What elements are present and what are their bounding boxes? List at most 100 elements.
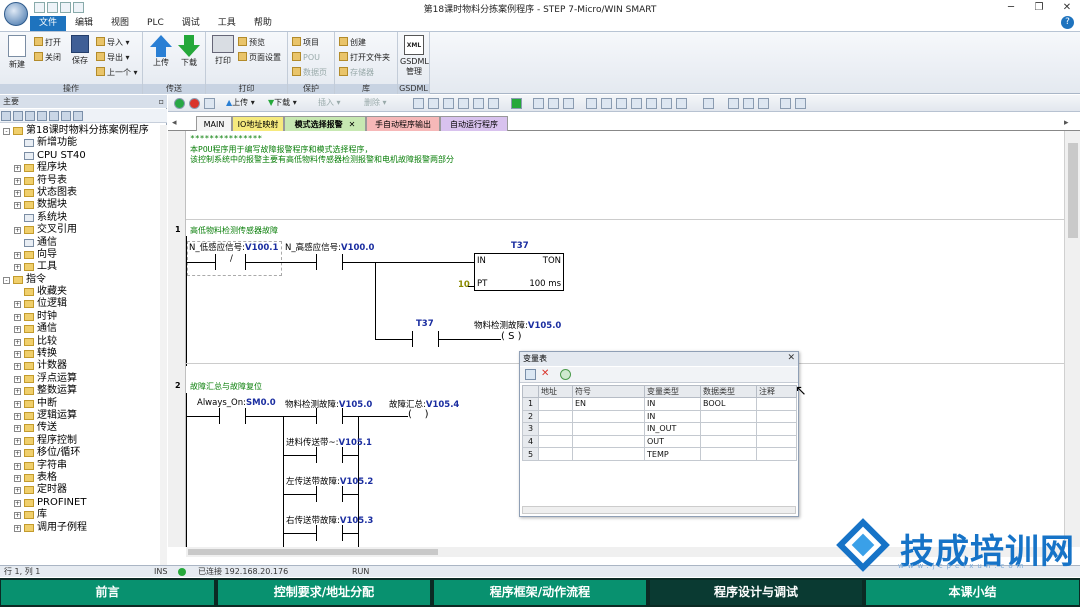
page-setup-button[interactable]: 页面设置 (238, 51, 281, 64)
tree-item[interactable]: + 表格 (0, 472, 160, 484)
toolbar-icon[interactable] (563, 98, 574, 109)
expand-icon[interactable]: + (14, 450, 21, 458)
pin-icon[interactable]: ▫ (159, 95, 164, 108)
tab-scroll-left-icon[interactable]: ◂ (172, 118, 177, 128)
menu-file[interactable]: 文件 (30, 16, 67, 31)
menu-plc[interactable]: PLC (138, 16, 173, 31)
save-button[interactable]: 保存 (68, 35, 92, 66)
tree-item[interactable]: + 定时器 (0, 484, 160, 496)
set-coil[interactable]: ( S ) (501, 331, 522, 342)
close-button[interactable]: 关闭 (34, 51, 61, 64)
expand-icon[interactable]: + (14, 202, 21, 210)
tree-item[interactable]: + 位逻辑 (0, 298, 160, 310)
table-cell[interactable] (538, 434, 573, 449)
table-cell[interactable]: EN (572, 397, 645, 411)
toolbar-icon[interactable] (413, 98, 424, 109)
tree-item[interactable]: + 程序控制 (0, 435, 160, 447)
tree-tool-icon[interactable] (49, 111, 59, 121)
expand-icon[interactable]: + (14, 474, 21, 482)
tree-item[interactable]: + 符号表 (0, 175, 160, 187)
print-button[interactable]: 打印 (211, 35, 235, 66)
box-icon[interactable] (661, 98, 672, 109)
toolbar-download-button[interactable]: ▼下载 ▾ (268, 97, 297, 108)
menu-tools[interactable]: 工具 (209, 16, 245, 31)
coil-icon[interactable] (631, 98, 642, 109)
toolbar-icon[interactable] (458, 98, 469, 109)
run-icon[interactable] (174, 98, 185, 109)
expand-icon[interactable]: + (14, 437, 21, 445)
app-menu-button[interactable] (4, 2, 28, 26)
delete-row-icon[interactable]: ✕ (541, 368, 549, 379)
table-cell[interactable]: IN (644, 397, 701, 411)
new-button[interactable]: 新建 (5, 35, 29, 70)
nav-preface-button[interactable]: 前言 (1, 580, 214, 605)
table-cell[interactable] (538, 397, 573, 411)
go-icon[interactable] (511, 98, 522, 109)
expand-icon[interactable]: + (14, 326, 21, 334)
toolbar-icon[interactable] (488, 98, 499, 109)
collapse-icon[interactable]: - (3, 128, 10, 135)
nav-design-debug-button[interactable]: 程序设计与调试 (650, 580, 862, 605)
table-cell[interactable] (538, 409, 573, 424)
table-cell[interactable] (756, 409, 797, 424)
table-cell[interactable] (572, 434, 645, 449)
project-button[interactable]: 项目 (292, 36, 319, 49)
stop-icon[interactable] (189, 98, 200, 109)
nav-requirements-button[interactable]: 控制要求/地址分配 (218, 580, 430, 605)
expand-icon[interactable]: + (14, 462, 21, 470)
output-coil[interactable]: ( ) (408, 409, 429, 420)
tree-item[interactable]: + 字符串 (0, 460, 160, 472)
tree-item[interactable]: + 时钟 (0, 311, 160, 323)
tree-item[interactable]: CPU ST40 (0, 150, 160, 162)
tree-item[interactable]: + 逻辑运算 (0, 410, 160, 422)
restore-icon[interactable]: ❐ (1025, 0, 1053, 16)
tree-item[interactable]: + 比较 (0, 336, 160, 348)
expand-icon[interactable]: + (14, 375, 21, 383)
editor-vertical-scrollbar[interactable] (1064, 131, 1080, 547)
expand-icon[interactable]: + (14, 351, 21, 359)
open-folder-button[interactable]: 打开文件夹 (339, 51, 390, 64)
ton-timer-box[interactable]: IN TON PT 100 ms (474, 253, 564, 291)
tree-item[interactable]: + 交叉引用 (0, 224, 160, 236)
tree-item[interactable]: + 传送 (0, 422, 160, 434)
storage-button[interactable]: 存储器 (339, 66, 374, 79)
toolbar-icon[interactable] (548, 98, 559, 109)
tab-io-map[interactable]: IO地址映射 (232, 116, 284, 131)
toolbar-icon[interactable] (533, 98, 544, 109)
table-cell[interactable] (700, 434, 757, 449)
table-cell[interactable] (700, 447, 757, 461)
gsdml-manage-button[interactable]: XML GSDML 管理 (400, 35, 429, 77)
tree-item[interactable]: + 数据块 (0, 199, 160, 211)
expand-icon[interactable]: + (14, 412, 21, 420)
tab-auto-run[interactable]: 自动运行程序 (440, 116, 508, 131)
toolbar-upload-button[interactable]: ▲上传 ▾ (226, 97, 255, 108)
table-cell[interactable] (756, 422, 797, 436)
box-icon[interactable] (646, 98, 657, 109)
tree-tool-icon[interactable] (1, 111, 11, 121)
expand-icon[interactable]: + (14, 264, 21, 272)
tree-item[interactable]: 收藏夹 (0, 286, 160, 298)
tree-item[interactable]: + 计数器 (0, 360, 160, 372)
open-button[interactable]: 打开 (34, 36, 61, 49)
expand-icon[interactable]: + (14, 165, 21, 173)
print-icon[interactable] (73, 2, 84, 13)
create-library-button[interactable]: 创建 (339, 36, 366, 49)
expand-icon[interactable]: + (14, 363, 21, 371)
tree-item[interactable]: + 整数运算 (0, 385, 160, 397)
branch-icon[interactable] (616, 98, 627, 109)
toolbar-icon[interactable] (728, 98, 739, 109)
table-cell[interactable]: IN_OUT (644, 422, 701, 436)
expand-icon[interactable]: + (14, 388, 21, 396)
help-icon[interactable]: ? (1061, 16, 1074, 29)
toolbar-icon[interactable] (703, 98, 714, 109)
tree-item[interactable]: + 移位/循环 (0, 447, 160, 459)
expand-icon[interactable]: + (14, 177, 21, 185)
tree-item[interactable]: + 向导 (0, 249, 160, 261)
upload-button[interactable]: 上传 (148, 35, 174, 68)
toolbar-icon[interactable] (780, 98, 791, 109)
table-cell[interactable] (756, 447, 797, 461)
collapse-icon[interactable]: - (3, 276, 10, 284)
tree-tool-icon[interactable] (73, 111, 83, 121)
expand-icon[interactable]: + (14, 227, 21, 235)
toolbar-icon[interactable] (795, 98, 806, 109)
